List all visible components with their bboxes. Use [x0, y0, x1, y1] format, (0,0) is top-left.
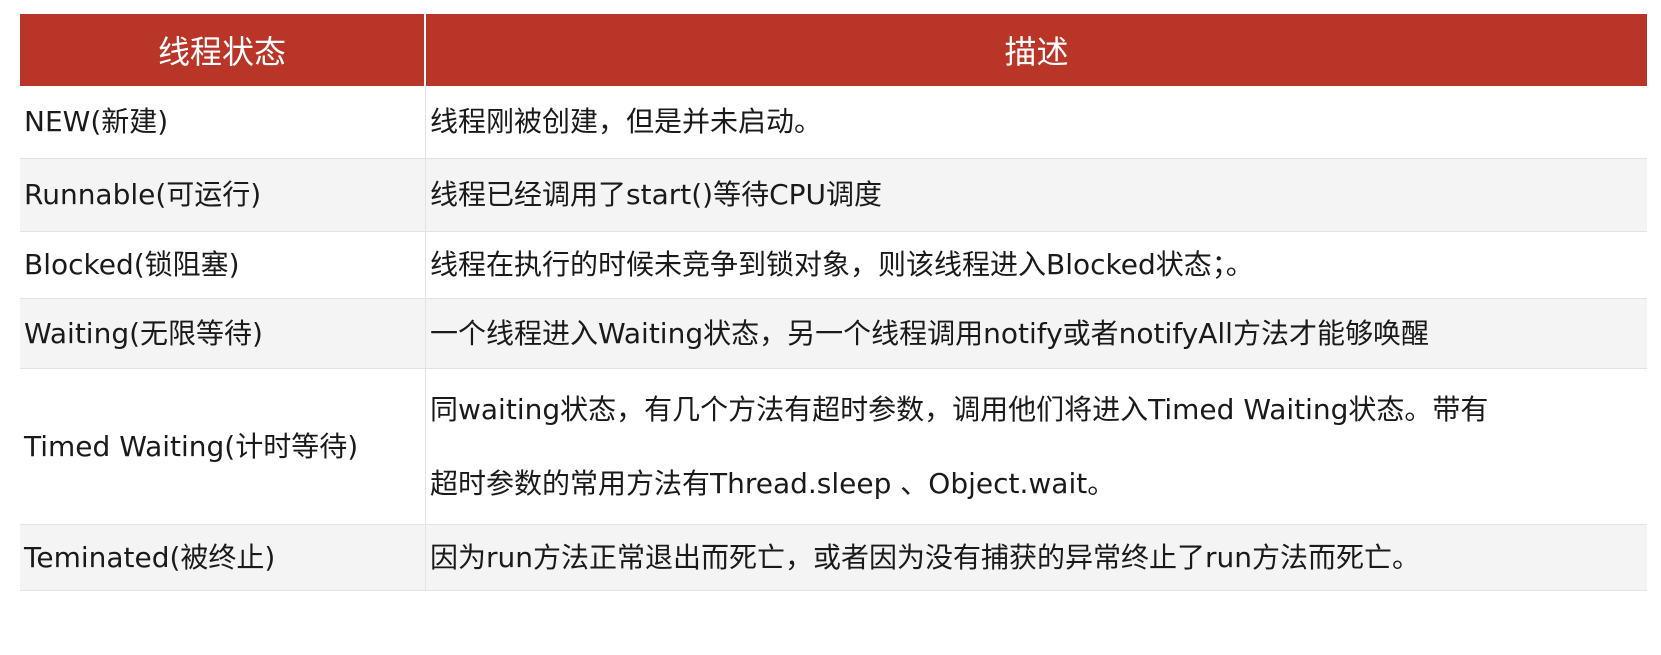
state-cell: Timed Waiting(计时等待): [20, 369, 426, 524]
table-row: Timed Waiting(计时等待) 同waiting状态，有几个方法有超时参…: [20, 369, 1647, 525]
table-header-row: 线程状态 描述: [20, 14, 1647, 86]
description-line: 超时参数的常用方法有Thread.sleep 、Object.wait。: [430, 466, 1116, 500]
table-row: NEW(新建) 线程刚被创建，但是并未启动。: [20, 86, 1647, 159]
table-row: Teminated(被终止) 因为run方法正常退出而死亡，或者因为没有捕获的异…: [20, 525, 1647, 591]
state-cell: Runnable(可运行): [20, 159, 426, 231]
description-cell: 线程已经调用了start()等待CPU调度: [430, 178, 882, 212]
description-cell: 同waiting状态，有几个方法有超时参数，调用他们将进入Timed Waiti…: [426, 369, 1647, 524]
description-cell: 因为run方法正常退出而死亡，或者因为没有捕获的异常终止了run方法而死亡。: [430, 540, 1421, 574]
description-line: 同waiting状态，有几个方法有超时参数，调用他们将进入Timed Waiti…: [430, 392, 1489, 426]
table-row: Runnable(可运行) 线程已经调用了start()等待CPU调度: [20, 159, 1647, 232]
thread-states-table: 线程状态 描述 NEW(新建) 线程刚被创建，但是并未启动。 Runnable(…: [20, 14, 1647, 591]
table-body: NEW(新建) 线程刚被创建，但是并未启动。 Runnable(可运行) 线程已…: [20, 86, 1647, 591]
state-cell: Blocked(锁阻塞): [20, 232, 426, 298]
header-state: 线程状态: [20, 14, 426, 86]
state-cell: Teminated(被终止): [20, 525, 426, 590]
header-description: 描述: [1004, 33, 1069, 71]
table-row: Waiting(无限等待) 一个线程进入Waiting状态，另一个线程调用not…: [20, 299, 1647, 369]
state-cell: Waiting(无限等待): [20, 299, 426, 368]
state-cell: NEW(新建): [20, 86, 426, 158]
description-cell: 线程刚被创建，但是并未启动。: [430, 105, 823, 139]
description-cell: 一个线程进入Waiting状态，另一个线程调用notify或者notifyAll…: [430, 316, 1429, 350]
description-cell: 线程在执行的时候未竞争到锁对象，则该线程进入Blocked状态；。: [430, 248, 1254, 282]
table-row: Blocked(锁阻塞) 线程在执行的时候未竞争到锁对象，则该线程进入Block…: [20, 232, 1647, 299]
